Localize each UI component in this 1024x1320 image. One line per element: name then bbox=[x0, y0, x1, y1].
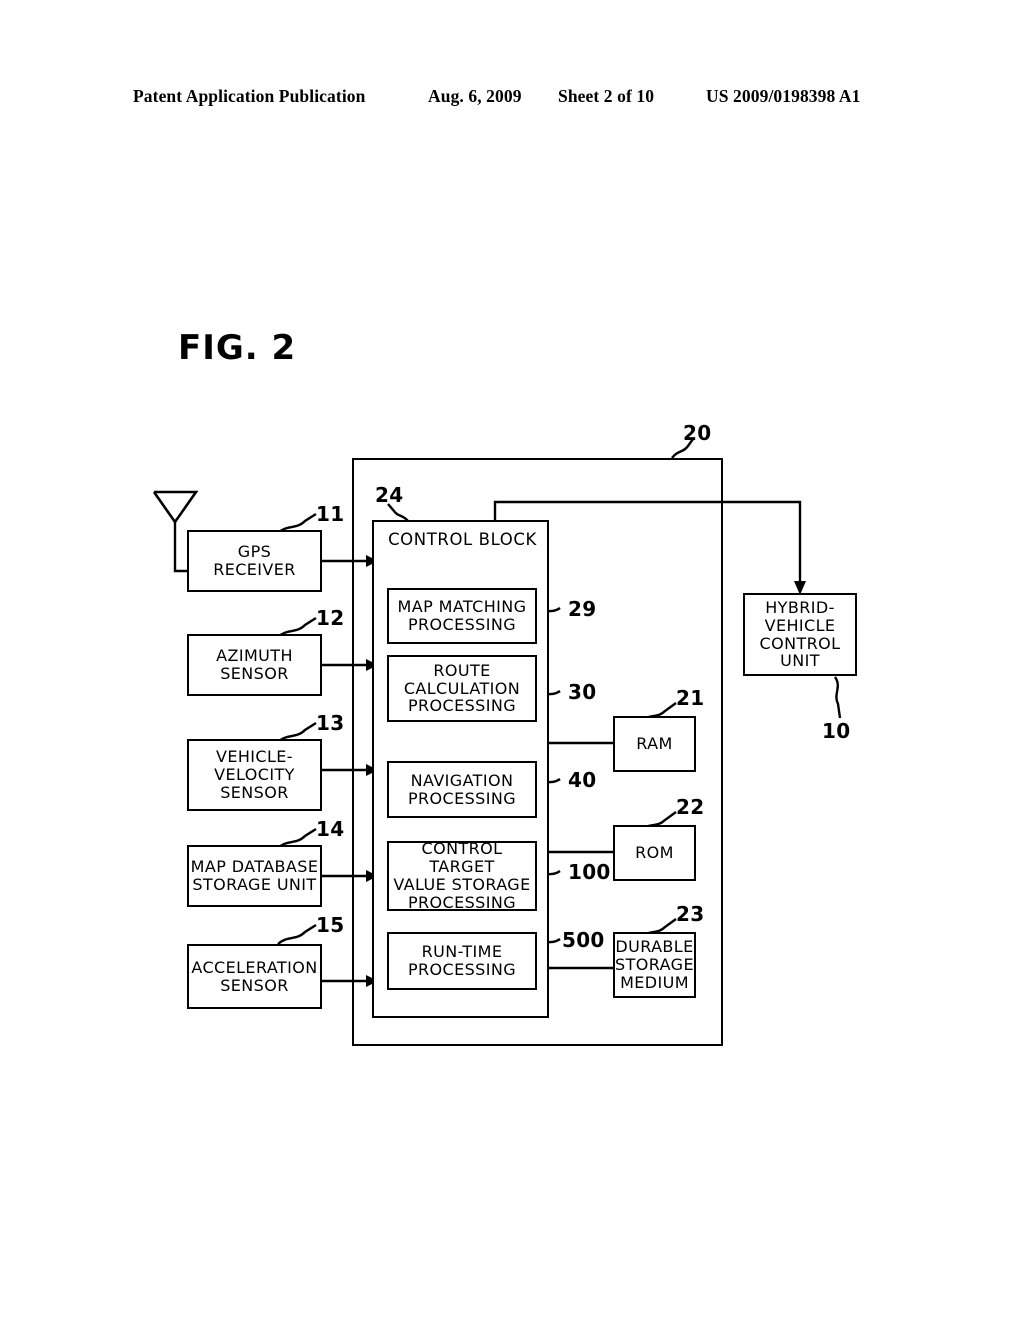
figure-2-block-diagram: 20 GPS RECEIVER 11 AZIMUTH SENSOR 12 VEH… bbox=[0, 0, 1024, 1320]
antenna-feed-line bbox=[173, 522, 187, 573]
block-azimuth-sensor[interactable]: AZIMUTH SENSOR bbox=[187, 634, 322, 696]
ref-numeral-14: 14 bbox=[316, 817, 345, 841]
block-vehicle-velocity-sensor[interactable]: VEHICLE- VELOCITY SENSOR bbox=[187, 739, 322, 811]
antenna-icon bbox=[152, 490, 199, 525]
control-block-label: CONTROL BLOCK bbox=[388, 530, 537, 549]
block-control-target-value-storage-processing[interactable]: CONTROL TARGET VALUE STORAGE PROCESSING bbox=[387, 840, 537, 911]
block-map-database-storage-unit[interactable]: MAP DATABASE STORAGE UNIT bbox=[187, 845, 322, 907]
ref-numeral-22: 22 bbox=[676, 795, 705, 819]
ref-numeral-21: 21 bbox=[676, 686, 705, 710]
block-ram[interactable]: RAM bbox=[613, 716, 696, 772]
block-navigation-processing[interactable]: NAVIGATION PROCESSING bbox=[387, 761, 537, 818]
block-gps-receiver[interactable]: GPS RECEIVER bbox=[187, 530, 322, 592]
ref-numeral-23: 23 bbox=[676, 902, 705, 926]
block-rom[interactable]: ROM bbox=[613, 825, 696, 881]
ref-numeral-12: 12 bbox=[316, 606, 345, 630]
ref-numeral-13: 13 bbox=[316, 711, 345, 735]
block-hybrid-vehicle-control-unit[interactable]: HYBRID- VEHICLE CONTROL UNIT bbox=[743, 593, 857, 676]
leader-15 bbox=[277, 923, 317, 945]
block-durable-storage-medium[interactable]: DURABLE STORAGE MEDIUM bbox=[613, 932, 696, 998]
ref-numeral-500: 500 bbox=[562, 928, 605, 952]
ref-numeral-15: 15 bbox=[316, 913, 345, 937]
ref-numeral-11: 11 bbox=[316, 502, 345, 526]
ref-numeral-29: 29 bbox=[568, 597, 597, 621]
ref-numeral-30: 30 bbox=[568, 680, 597, 704]
block-acceleration-sensor[interactable]: ACCELERATION SENSOR bbox=[187, 944, 322, 1009]
ref-numeral-100: 100 bbox=[568, 860, 611, 884]
block-route-calculation-processing[interactable]: ROUTE CALCULATION PROCESSING bbox=[387, 655, 537, 722]
ref-numeral-20: 20 bbox=[683, 421, 712, 445]
ref-numeral-10: 10 bbox=[822, 719, 851, 743]
block-map-matching-processing[interactable]: MAP MATCHING PROCESSING bbox=[387, 588, 537, 644]
leader-10 bbox=[833, 676, 842, 719]
ref-numeral-24: 24 bbox=[375, 483, 404, 507]
ref-numeral-40: 40 bbox=[568, 768, 597, 792]
block-run-time-processing[interactable]: RUN-TIME PROCESSING bbox=[387, 932, 537, 990]
